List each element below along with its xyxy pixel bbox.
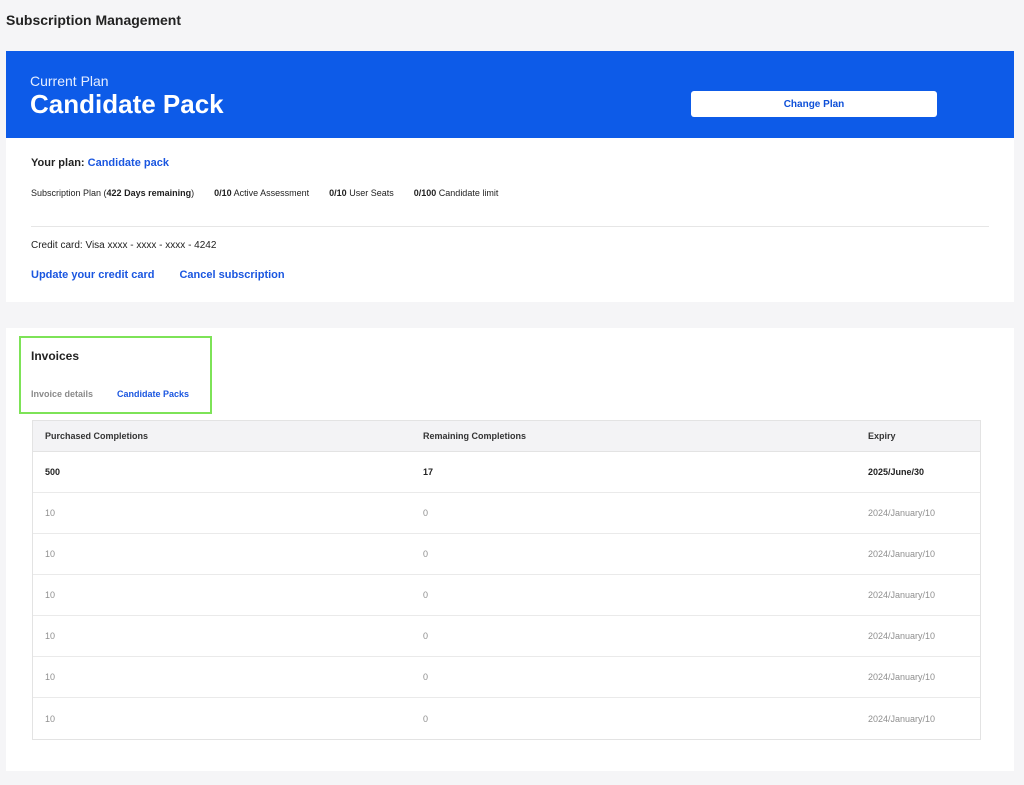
your-plan-value-link[interactable]: Candidate pack xyxy=(88,157,169,169)
expiry-cell: 2024/January/10 xyxy=(868,590,936,600)
plan-card: Current Plan Candidate Pack Change Plan … xyxy=(6,51,1014,302)
invoices-card: Invoices Invoice details Candidate Packs… xyxy=(6,328,1014,771)
table-row: 10 0 2024/January/10 xyxy=(33,698,980,739)
credit-card-info: Credit card: Visa xxxx - xxxx - xxxx - 4… xyxy=(31,240,217,251)
purchased-cell: 10 xyxy=(45,631,56,641)
remaining-cell: 0 xyxy=(423,713,429,724)
expiry-cell: 2024/January/10 xyxy=(868,508,936,518)
seats-label: User Seats xyxy=(349,188,394,198)
active-assessment-stat: 0/10 Active Assessment xyxy=(214,188,309,198)
remaining-cell: 0 xyxy=(423,508,429,518)
remaining-cell: 0 xyxy=(423,590,429,600)
cancel-subscription-link[interactable]: Cancel subscription xyxy=(179,269,284,281)
plan-banner: Current Plan Candidate Pack Change Plan xyxy=(6,51,1014,138)
purchased-cell: 10 xyxy=(45,590,56,600)
column-header-remaining: Remaining Completions xyxy=(423,431,527,441)
tab-candidate-packs[interactable]: Candidate Packs xyxy=(117,389,189,399)
remaining-cell: 0 xyxy=(423,672,429,682)
purchased-cell: 10 xyxy=(45,672,56,682)
seats-count: 0/10 xyxy=(329,188,347,198)
assessments-label: Active Assessment xyxy=(233,188,310,198)
purchased-cell: 10 xyxy=(45,508,56,518)
card-actions: Update your credit card Cancel subscript… xyxy=(31,269,310,281)
expiry-cell: 2024/January/10 xyxy=(868,713,936,724)
table-row: 10 0 2024/January/10 xyxy=(33,616,980,657)
candidate-limit-stat: 0/100 Candidate limit xyxy=(414,188,499,198)
expiry-cell: 2024/January/10 xyxy=(868,672,936,682)
page-title: Subscription Management xyxy=(6,12,182,28)
update-credit-card-link[interactable]: Update your credit card xyxy=(31,269,154,281)
column-header-expiry: Expiry xyxy=(868,431,896,441)
expiry-cell: 2024/January/10 xyxy=(868,549,936,559)
subscription-suffix: ) xyxy=(191,188,195,198)
purchased-cell: 500 xyxy=(45,467,61,477)
change-plan-button[interactable]: Change Plan xyxy=(691,91,937,117)
candidate-packs-table: Purchased Completions Remaining Completi… xyxy=(32,420,981,740)
plan-stats: Subscription Plan (422 Days remaining) 0… xyxy=(31,188,518,198)
subscription-prefix: Subscription Plan ( xyxy=(31,188,107,198)
divider xyxy=(31,226,989,227)
purchased-cell: 10 xyxy=(45,713,56,724)
remaining-cell: 0 xyxy=(423,549,429,559)
user-seats-stat: 0/10 User Seats xyxy=(329,188,394,198)
invoice-tabs: Invoice details Candidate Packs xyxy=(31,389,213,399)
assessments-count: 0/10 xyxy=(214,188,232,198)
purchased-cell: 10 xyxy=(45,549,56,559)
table-row: 10 0 2024/January/10 xyxy=(33,657,980,698)
subscription-plan-stat: Subscription Plan (422 Days remaining) xyxy=(31,188,194,198)
remaining-cell: 17 xyxy=(423,467,434,477)
current-plan-title: Candidate Pack xyxy=(30,89,224,119)
table-header: Purchased Completions Remaining Completi… xyxy=(33,421,980,452)
highlight-box xyxy=(19,336,212,414)
table-row: 10 0 2024/January/10 xyxy=(33,534,980,575)
table-row: 10 0 2024/January/10 xyxy=(33,493,980,534)
expiry-cell: 2025/June/30 xyxy=(868,467,925,477)
expiry-cell: 2024/January/10 xyxy=(868,631,936,641)
column-header-purchased: Purchased Completions xyxy=(45,431,149,441)
table-row: 500 17 2025/June/30 xyxy=(33,452,980,493)
remaining-cell: 0 xyxy=(423,631,429,641)
candidates-label: Candidate limit xyxy=(438,188,499,198)
days-remaining: 422 Days remaining xyxy=(106,188,192,198)
your-plan: Your plan: Candidate pack xyxy=(31,157,169,169)
your-plan-label: Your plan: xyxy=(31,157,85,169)
invoices-title: Invoices xyxy=(31,349,80,363)
tab-invoice-details[interactable]: Invoice details xyxy=(31,389,93,399)
candidates-count: 0/100 xyxy=(413,188,437,198)
current-plan-label: Current Plan xyxy=(30,73,109,89)
table-row: 10 0 2024/January/10 xyxy=(33,575,980,616)
